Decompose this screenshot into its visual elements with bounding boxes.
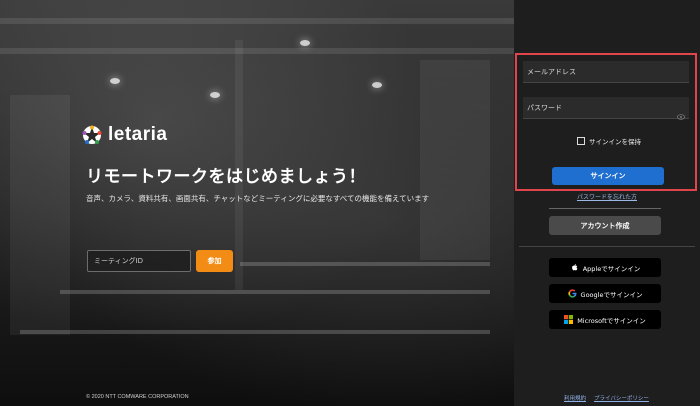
create-account-button[interactable]: アカウント作成 <box>549 216 661 235</box>
show-password-icon[interactable] <box>677 105 685 120</box>
google-icon <box>567 289 577 298</box>
terms-link[interactable]: 利用規約 <box>564 394 586 402</box>
signin-button[interactable]: サインイン <box>552 167 664 185</box>
hero-headline: リモートワークをはじめましょう！ <box>86 167 366 187</box>
ceiling-lamp <box>210 92 220 98</box>
meeting-id-input[interactable] <box>87 250 191 272</box>
google-signin-button[interactable]: Googleでサインイン <box>549 284 661 303</box>
letaria-logo-icon <box>82 125 102 145</box>
apple-icon <box>570 263 579 272</box>
microsoft-signin-label: Microsoftでサインイン <box>577 316 646 325</box>
divider <box>549 208 661 209</box>
ceiling-lamp <box>300 40 310 46</box>
password-field[interactable] <box>523 97 689 119</box>
window-wall <box>420 60 490 260</box>
join-button[interactable]: 参加 <box>196 250 233 272</box>
window-wall <box>10 95 70 335</box>
forgot-password-link[interactable]: パスワードを忘れた方 <box>514 192 700 201</box>
login-form: サインインを保持 サインイン <box>515 53 697 191</box>
brand-name: letaria <box>108 124 168 145</box>
footer-links: 利用規約 プライバシーポリシー <box>564 394 649 402</box>
apple-signin-button[interactable]: Appleでサインイン <box>549 258 661 277</box>
microsoft-icon <box>564 315 574 324</box>
apple-signin-label: Appleでサインイン <box>582 264 641 273</box>
ceiling-beam <box>0 18 514 24</box>
ceiling-lamp <box>110 78 120 84</box>
ceiling-beam <box>0 48 514 54</box>
google-signin-label: Googleでサインイン <box>580 290 643 299</box>
hero-subline: 音声、カメラ、資料共有、画面共有、チャットなどミーティングに必要なすべての機能を… <box>86 194 430 203</box>
desk-row <box>20 330 490 334</box>
copyright-text: © 2020 NTT COMWARE CORPORATION <box>86 394 189 400</box>
desk-row <box>60 290 490 294</box>
privacy-link[interactable]: プライバシーポリシー <box>594 394 649 402</box>
email-field[interactable] <box>523 61 689 83</box>
brand-logo: letaria <box>82 124 167 146</box>
keep-signed-in-toggle[interactable]: サインインを保持 <box>577 136 641 146</box>
desk-row <box>240 262 490 266</box>
microsoft-signin-button[interactable]: Microsoftでサインイン <box>549 310 661 329</box>
keep-signed-in-checkbox[interactable] <box>577 137 585 145</box>
ceiling-lamp <box>372 82 382 88</box>
keep-signed-in-label: サインインを保持 <box>589 138 641 146</box>
divider <box>519 246 695 247</box>
signin-panel: サインインを保持 サインイン パスワードを忘れた方 アカウント作成 Appleで… <box>514 0 700 406</box>
